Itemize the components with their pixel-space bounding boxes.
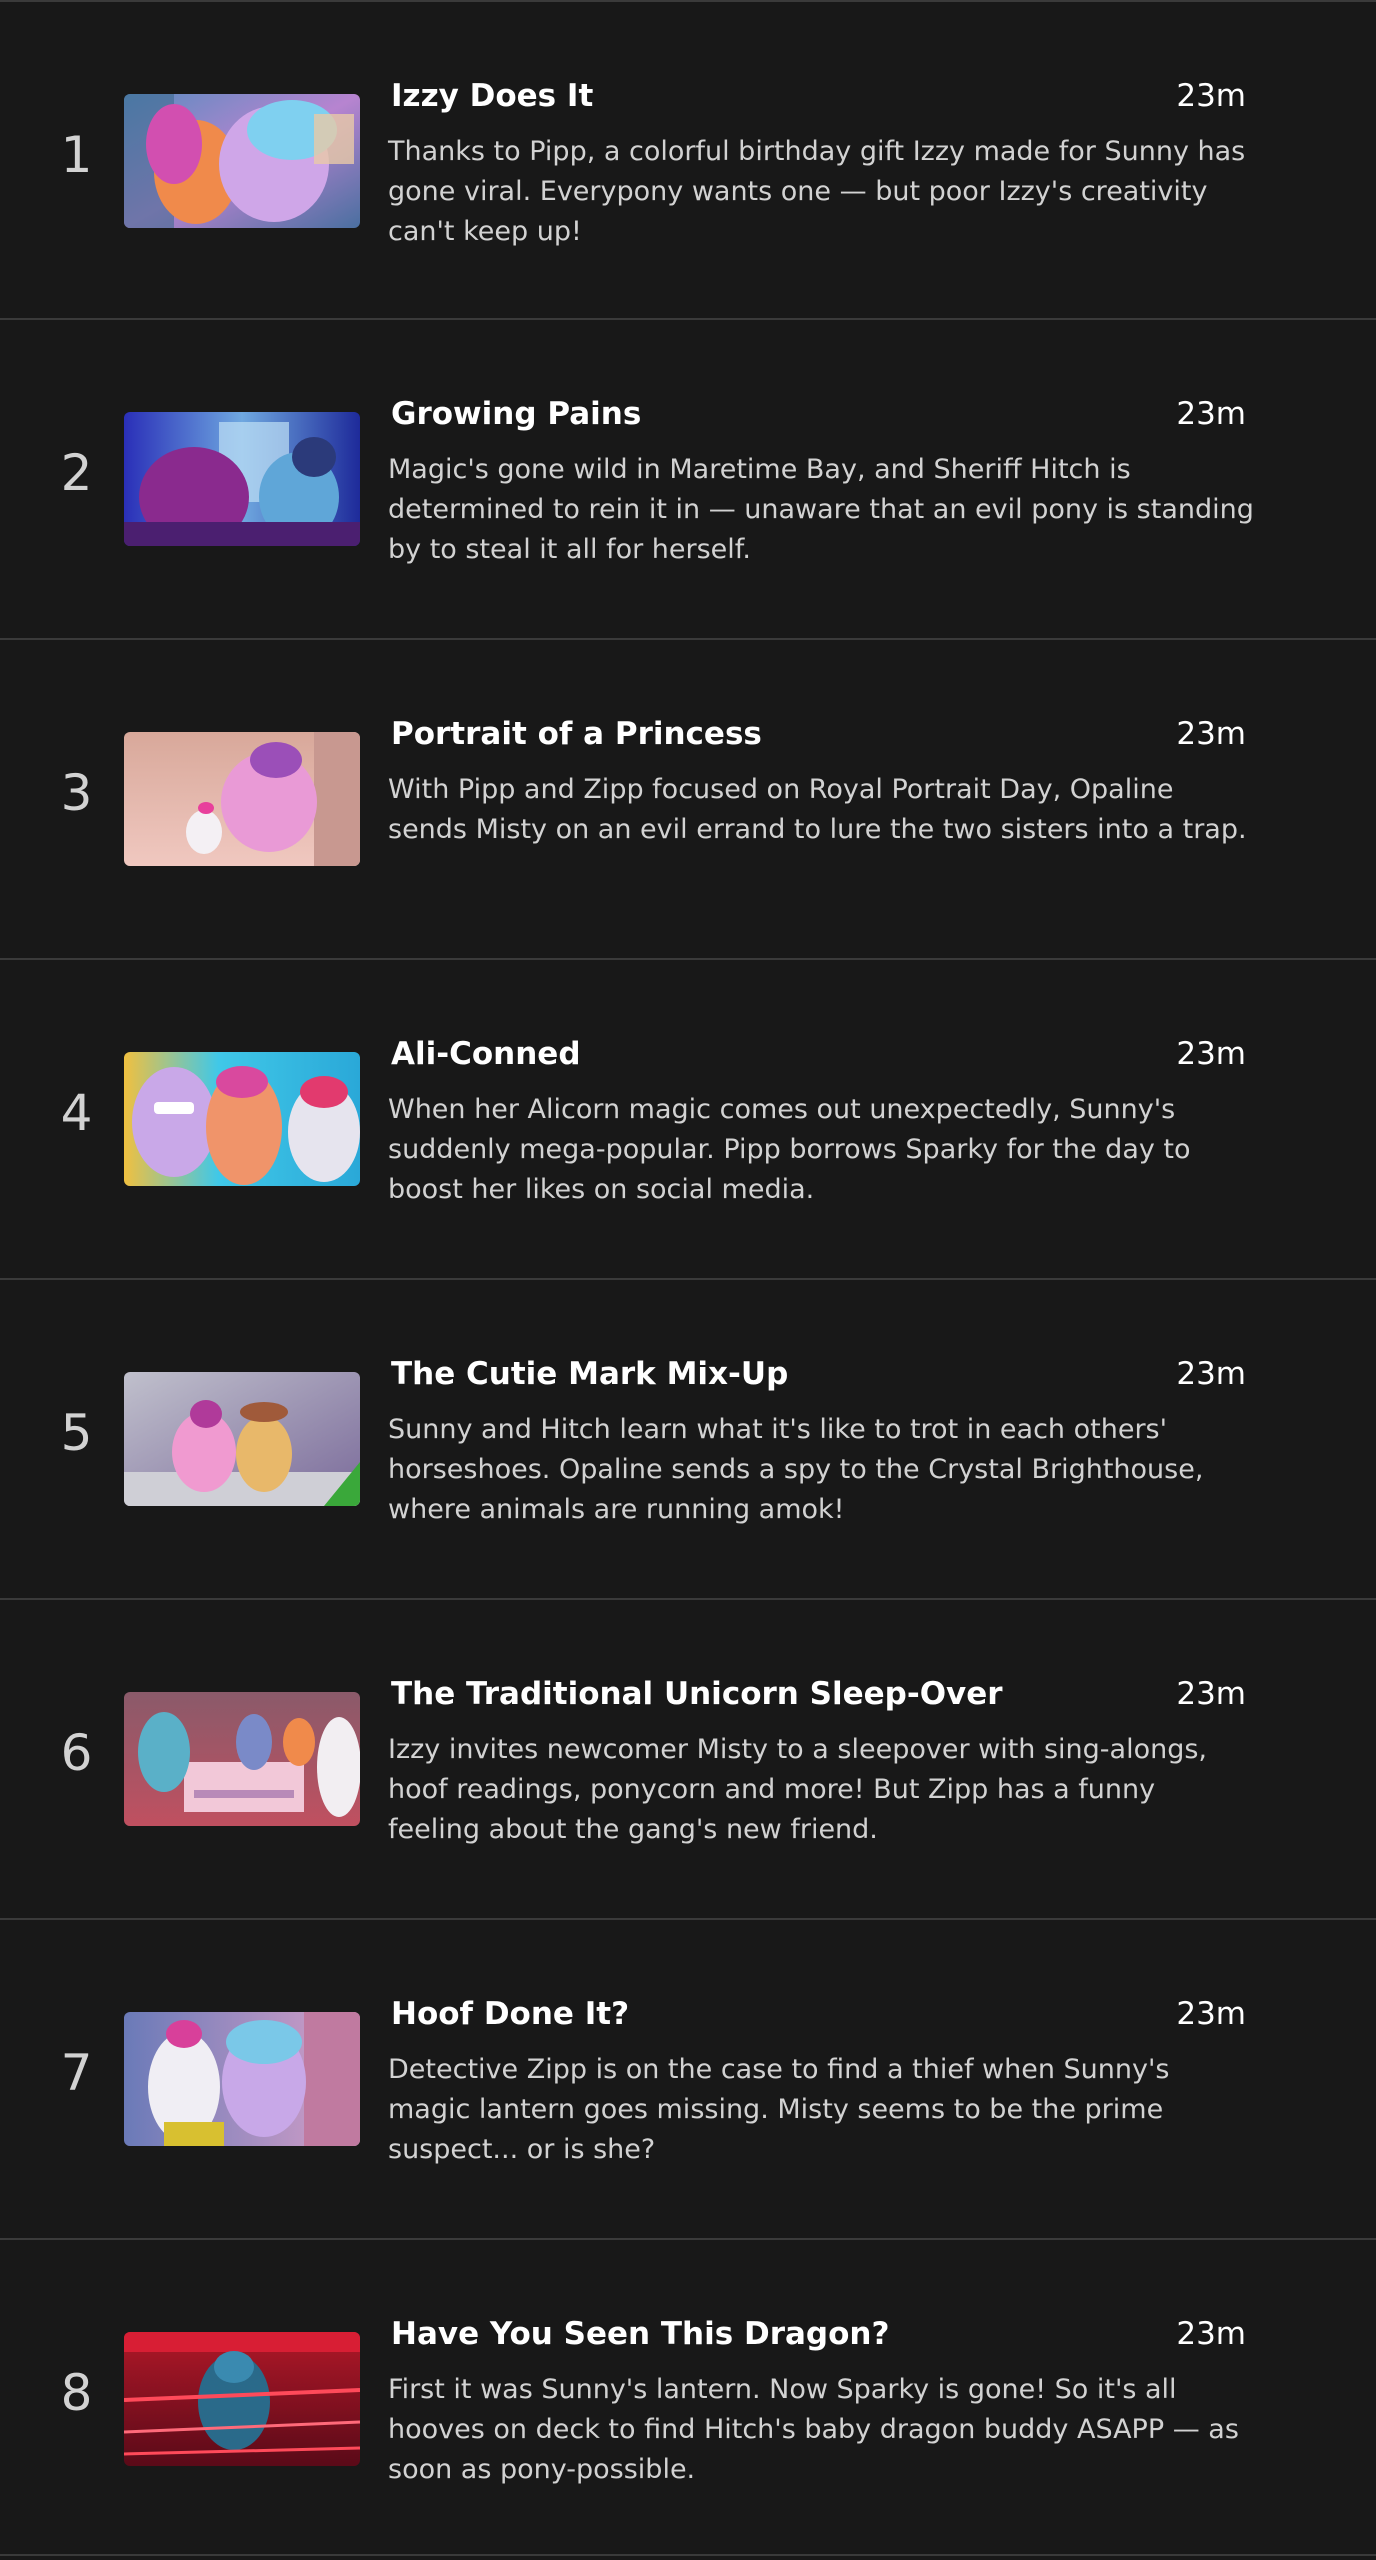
episode-number: 8 <box>60 2364 93 2422</box>
episode-title: Portrait of a Princess <box>391 716 762 752</box>
episode-thumbnail[interactable] <box>124 2012 360 2146</box>
episode-list: 1 Izzy Does It 23m Thanks to Pipp, a col… <box>0 0 1376 2560</box>
episode-thumbnail[interactable] <box>124 94 360 228</box>
episode-synopsis: Detective Zipp is on the case to find a … <box>388 2054 1170 2165</box>
episode-row-7[interactable]: 7 Hoof Done It? 23m Detective Zipp is on… <box>0 1918 1376 2236</box>
episode-title: The Traditional Unicorn Sleep-Over <box>391 1676 1003 1712</box>
episode-runtime: 23m <box>1176 396 1246 432</box>
episode-title: Izzy Does It <box>391 78 594 114</box>
episode-number: 4 <box>60 1084 93 1142</box>
episode-title: Have You Seen This Dragon? <box>391 2316 890 2352</box>
episode-row-4[interactable]: 4 Ali-Conned 23m When her Alicorn magic … <box>0 958 1376 1276</box>
episode-title: Ali-Conned <box>391 1036 581 1072</box>
episode-row-3[interactable]: 3 Portrait of a Princess 23m With Pipp a… <box>0 638 1376 956</box>
episode-thumbnail[interactable] <box>124 1052 360 1186</box>
episode-number: 6 <box>60 1724 93 1782</box>
episode-row-1[interactable]: 1 Izzy Does It 23m Thanks to Pipp, a col… <box>0 0 1376 318</box>
episode-title: Growing Pains <box>391 396 642 432</box>
episode-number: 2 <box>60 444 93 502</box>
episode-synopsis: Thanks to Pipp, a colorful birthday gift… <box>388 136 1246 247</box>
episode-row-8[interactable]: 8 Have You Seen This Dragon? 23m First i… <box>0 2238 1376 2556</box>
episode-runtime: 23m <box>1176 716 1246 752</box>
episode-row-2[interactable]: 2 Growing Pains 23m Magic's gone wild in… <box>0 318 1376 636</box>
episode-thumbnail[interactable] <box>124 1372 360 1506</box>
episode-runtime: 23m <box>1176 1356 1246 1392</box>
episode-row-5[interactable]: 5 The Cutie Mark Mix-Up 23m Sunny and Hi… <box>0 1278 1376 1596</box>
episode-synopsis: Izzy invites newcomer Misty to a sleepov… <box>388 1734 1208 1845</box>
episode-synopsis: First it was Sunny's lantern. Now Sparky… <box>388 2374 1239 2485</box>
episode-thumbnail[interactable] <box>124 412 360 546</box>
episode-synopsis: When her Alicorn magic comes out unexpec… <box>388 1094 1191 1205</box>
episode-runtime: 23m <box>1176 78 1246 114</box>
episode-synopsis: Magic's gone wild in Maretime Bay, and S… <box>388 454 1254 565</box>
episode-runtime: 23m <box>1176 1996 1246 2032</box>
episode-title: Hoof Done It? <box>391 1996 630 2032</box>
episode-row-6[interactable]: 6 The Traditional Unicorn Sleep-Over 23m… <box>0 1598 1376 1916</box>
episode-number: 1 <box>60 126 93 184</box>
episode-thumbnail[interactable] <box>124 732 360 866</box>
episode-number: 7 <box>60 2044 93 2102</box>
episode-thumbnail[interactable] <box>124 2332 360 2466</box>
episode-runtime: 23m <box>1176 1676 1246 1712</box>
episode-runtime: 23m <box>1176 1036 1246 1072</box>
episode-synopsis: With Pipp and Zipp focused on Royal Port… <box>388 774 1247 845</box>
episode-number: 5 <box>60 1404 93 1462</box>
episode-title: The Cutie Mark Mix-Up <box>391 1356 789 1392</box>
episode-synopsis: Sunny and Hitch learn what it's like to … <box>388 1414 1204 1525</box>
episode-thumbnail[interactable] <box>124 1692 360 1826</box>
episode-number: 3 <box>60 764 93 822</box>
episode-runtime: 23m <box>1176 2316 1246 2352</box>
